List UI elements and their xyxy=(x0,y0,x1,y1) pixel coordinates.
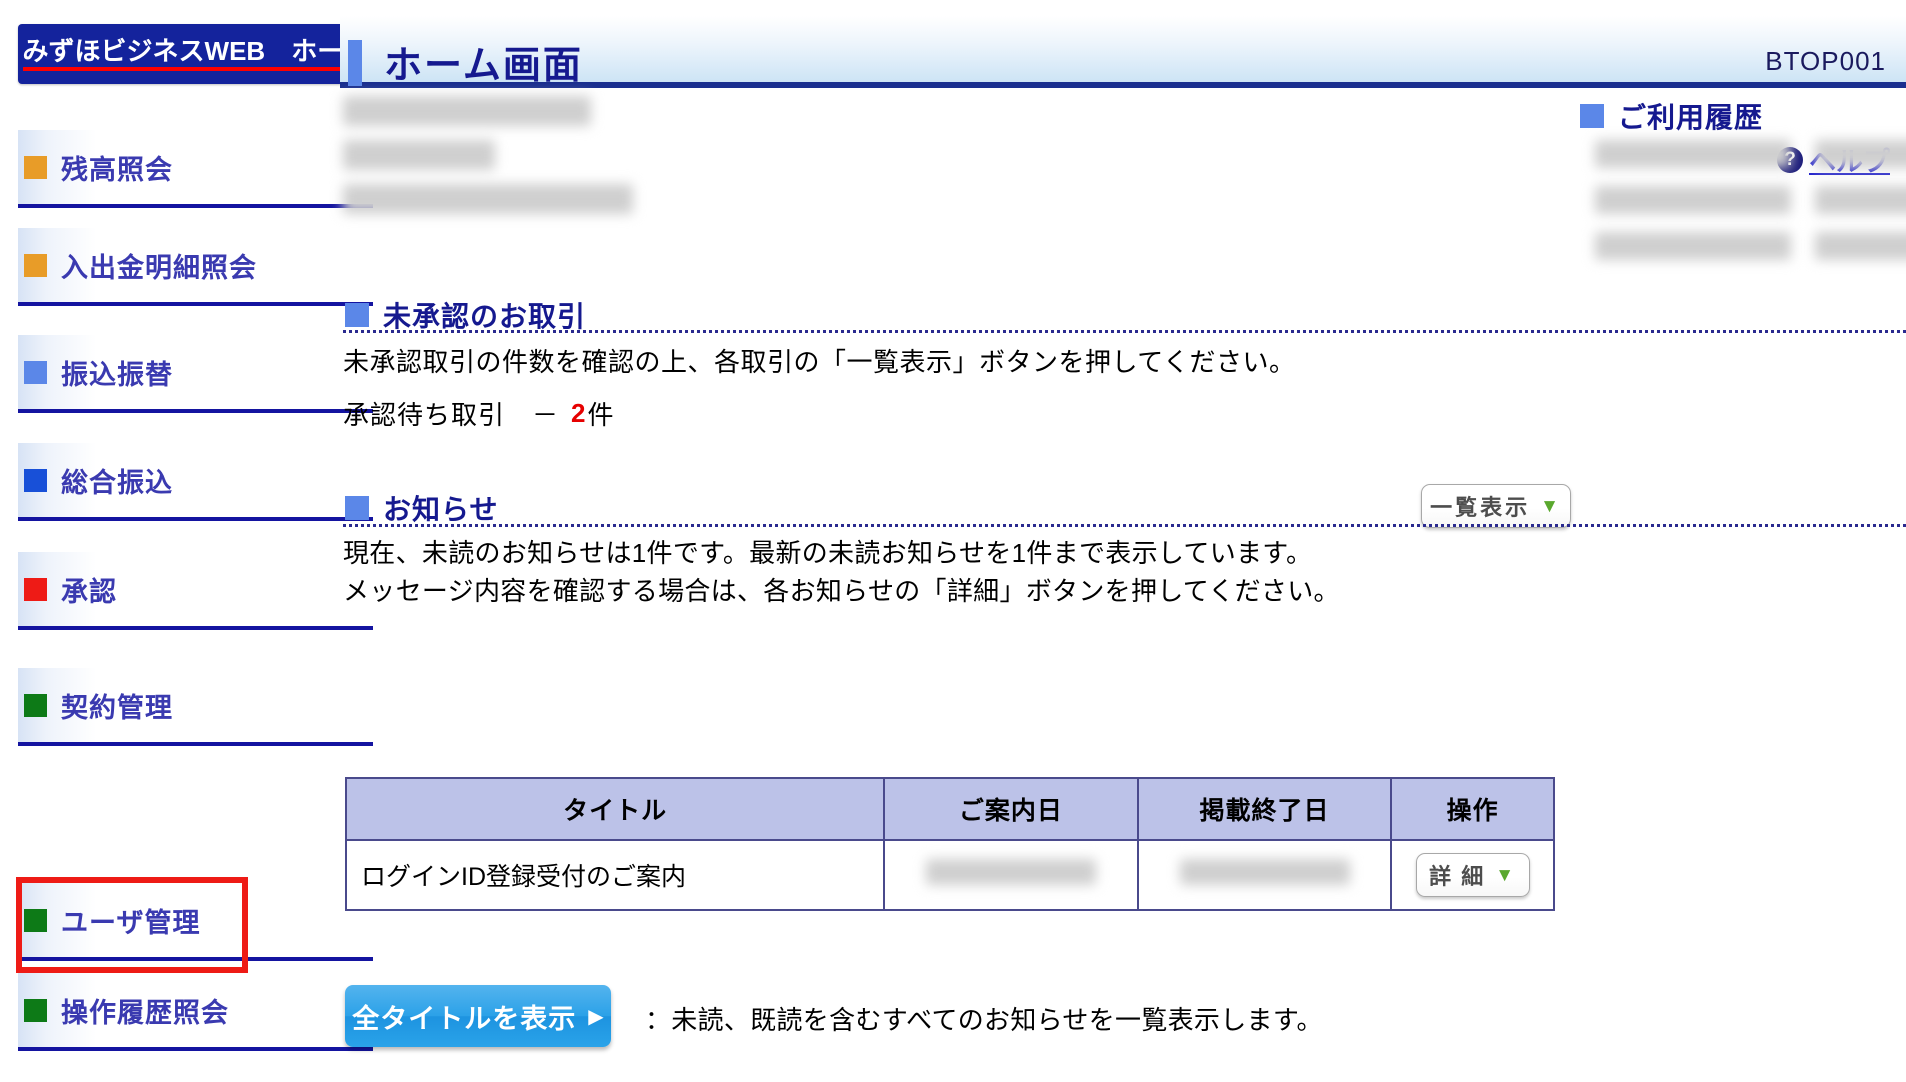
column-header-title: タイトル xyxy=(344,777,886,841)
blue-square-icon xyxy=(1580,104,1604,128)
table-header-row: タイトル ご案内日 掲載終了日 操作 xyxy=(344,777,1555,841)
pending-label: 承認待ち取引 － xyxy=(343,400,560,430)
redacted-usage-datetime xyxy=(1595,186,1791,214)
detail-label: 詳 細 xyxy=(1429,864,1486,889)
blue-square-icon xyxy=(345,496,369,520)
triangle-down-icon: ▼ xyxy=(1495,864,1517,886)
redacted-usage-detail xyxy=(1815,232,1906,260)
home-logo-button[interactable]: みずほビジネスWEB ホーム xyxy=(18,24,373,84)
redacted-company-name xyxy=(343,96,591,126)
sidebar-item-label: 入出金明細照会 xyxy=(61,252,257,283)
redacted-usage-detail xyxy=(1815,186,1906,214)
section-divider xyxy=(343,330,1906,333)
column-header-action: 操作 xyxy=(1390,777,1555,841)
red-square-icon xyxy=(24,577,47,601)
show-all-titles-label: 全タイトルを表示 xyxy=(352,1003,577,1034)
usage-history-heading: ご利用履歴 xyxy=(1580,96,1763,136)
orange-square-icon xyxy=(24,253,47,277)
unapproved-description: 未承認取引の件数を確認の上、各取引の「一覧表示」ボタンを押してください。 xyxy=(343,347,1296,377)
notices-title: お知らせ xyxy=(383,494,499,525)
page-title: ホーム画面 xyxy=(384,45,583,87)
title-accent-bar xyxy=(348,40,362,86)
sidebar-item-label: ユーザ管理 xyxy=(61,907,201,938)
usage-history-row xyxy=(1595,186,1906,214)
redacted-usage-datetime xyxy=(1595,140,1791,168)
sidebar-item-operation-history[interactable]: 操作履歴照会 xyxy=(18,973,373,1051)
notices-description-line2: メッセージ内容を確認する場合は、各お知らせの「詳細」ボタンを押してください。 xyxy=(343,575,1340,606)
show-all-titles-note: ：未読、既読を含むすべてのお知らせを一覧表示します。 xyxy=(645,1005,1323,1035)
detail-button[interactable]: 詳 細 ▼ xyxy=(1415,853,1530,897)
arrow-right-icon: ▶ xyxy=(588,1005,604,1028)
sidebar-item-label: 操作履歴照会 xyxy=(61,997,229,1028)
blue-square-icon xyxy=(345,303,369,327)
sidebar-item-approval[interactable]: 承認 xyxy=(18,552,373,630)
sidebar-item-bulk-transfer[interactable]: 総合振込 xyxy=(18,443,373,521)
green-square-icon xyxy=(24,998,47,1022)
notice-announce-date-cell xyxy=(883,839,1139,911)
redacted-user-name xyxy=(343,140,495,170)
show-all-titles-button[interactable]: 全タイトルを表示 ▶ xyxy=(345,985,611,1047)
page-header: ホーム画面 BTOP001 xyxy=(340,16,1906,88)
sidebar: みずほビジネスWEB ホーム 残高照会 入出金明細照会 振込振替 総合振込 承認… xyxy=(0,0,400,1082)
notice-action-cell: 詳 細 ▼ xyxy=(1390,839,1555,911)
usage-history-row xyxy=(1595,232,1906,260)
table-row: ログインID登録受付のご案内 詳 細 ▼ xyxy=(344,839,1555,911)
notices-table: タイトル ご案内日 掲載終了日 操作 ログインID登録受付のご案内 詳 細 ▼ xyxy=(344,777,1555,911)
redacted-usage-detail xyxy=(1815,140,1906,168)
notices-heading: お知らせ xyxy=(345,488,498,528)
pending-transaction-row: 承認待ち取引 － 2 件 xyxy=(343,395,614,432)
light-blue-square-icon xyxy=(24,360,47,384)
notices-description: 現在、未読のお知らせは1件です。最新の未読お知らせを1件まで表示しています。 メ… xyxy=(343,535,1340,610)
redacted-end-date xyxy=(1179,858,1350,885)
usage-history-title: ご利用履歴 xyxy=(1618,102,1764,133)
unapproved-title: 未承認のお取引 xyxy=(383,301,587,332)
sidebar-item-transfer[interactable]: 振込振替 xyxy=(18,335,373,413)
pending-count: 2 xyxy=(571,398,586,428)
notice-title-cell: ログインID登録受付のご案内 xyxy=(344,839,886,911)
notice-end-date-cell xyxy=(1136,839,1393,911)
sidebar-item-user-management[interactable]: ユーザ管理 xyxy=(18,883,373,961)
column-header-announce: ご案内日 xyxy=(883,777,1139,841)
usage-history-list xyxy=(1595,140,1906,278)
screen-id: BTOP001 xyxy=(1765,46,1886,76)
show-list-button[interactable]: 一覧表示 ▼ xyxy=(1421,484,1571,528)
show-list-label: 一覧表示 xyxy=(1430,495,1531,520)
notices-description-line1: 現在、未読のお知らせは1件です。最新の未読お知らせを1件まで表示しています。 xyxy=(343,538,1313,568)
green-square-icon xyxy=(24,908,47,932)
green-square-icon xyxy=(24,693,47,717)
redacted-announce-date xyxy=(925,858,1096,885)
sidebar-item-label: 残高照会 xyxy=(61,154,173,185)
user-info-block xyxy=(343,96,633,228)
home-logo-label: みずほビジネスWEB ホーム xyxy=(22,37,369,72)
sidebar-item-contract-management[interactable]: 契約管理 xyxy=(18,668,373,746)
redacted-email xyxy=(343,184,633,214)
sidebar-item-label: 契約管理 xyxy=(61,692,173,723)
sidebar-item-label: 承認 xyxy=(61,576,117,607)
sidebar-item-transaction-details[interactable]: 入出金明細照会 xyxy=(18,228,373,306)
column-header-end-date: 掲載終了日 xyxy=(1136,777,1393,841)
triangle-down-icon: ▼ xyxy=(1540,495,1562,517)
blue-square-icon xyxy=(24,468,47,492)
sidebar-item-label: 振込振替 xyxy=(61,359,173,390)
usage-history-row xyxy=(1595,140,1906,168)
sidebar-item-label: 総合振込 xyxy=(61,467,173,498)
orange-square-icon xyxy=(24,155,47,179)
redacted-usage-datetime xyxy=(1595,232,1791,260)
pending-unit: 件 xyxy=(587,400,614,430)
main-content: ホーム画面 BTOP001 ? ヘルプ ご利用履歴 未承認のお取引 xyxy=(340,0,1906,1082)
sidebar-item-balance-inquiry[interactable]: 残高照会 xyxy=(18,130,373,208)
unapproved-heading: 未承認のお取引 xyxy=(345,295,586,335)
section-divider xyxy=(343,524,1906,527)
